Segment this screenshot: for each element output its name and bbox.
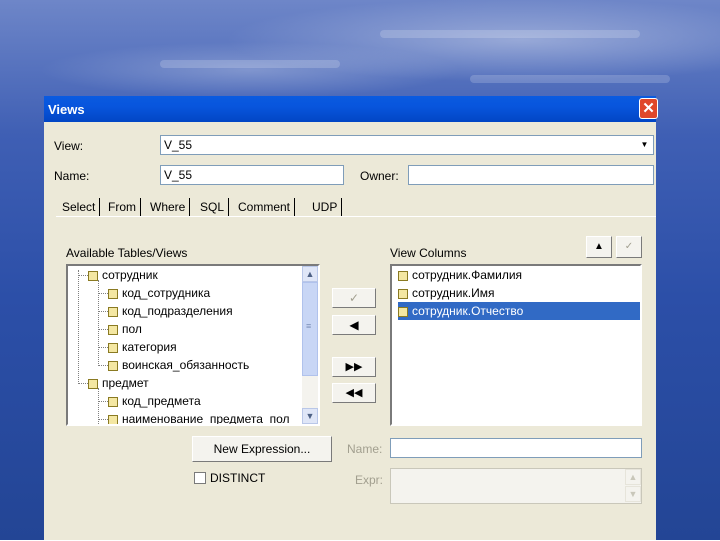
tree-node-label: пол (122, 322, 142, 336)
view-label: View: (54, 139, 84, 153)
view-column-item[interactable]: сотрудник.Имя (398, 284, 494, 302)
view-columns-label: View Columns (390, 246, 467, 260)
window-title: Views (48, 102, 85, 117)
tree-column-node[interactable]: код_подразделения (108, 302, 233, 320)
close-button[interactable]: ✕ (639, 98, 658, 119)
expression-name-input[interactable] (390, 438, 642, 458)
tree-node-label: сотрудник (102, 268, 158, 282)
name-label: Name: (54, 169, 90, 183)
remove-all-columns-button[interactable]: ◀◀ (332, 383, 376, 403)
column-icon (108, 360, 118, 371)
table-icon (88, 378, 98, 389)
scroll-down-icon[interactable]: ▼ (302, 408, 318, 424)
available-tables-tree[interactable]: сотрудник код_сотрудника код_подразделения… (66, 264, 320, 426)
add-all-columns-button[interactable]: ▶▶ (332, 357, 376, 377)
view-column-label: сотрудник.Отчество (412, 304, 524, 318)
tree-column-node[interactable]: пол (108, 320, 142, 338)
column-icon (108, 324, 118, 335)
tree-scrollbar[interactable]: ▲ ≡ ▼ (302, 266, 318, 424)
column-icon (398, 270, 408, 281)
tab-where[interactable]: Where (146, 198, 191, 216)
view-column-label: сотрудник.Фамилия (412, 268, 523, 282)
tree-column-node[interactable]: код_сотрудника (108, 284, 210, 302)
tab-from[interactable]: From (104, 198, 141, 216)
tree-column-node[interactable]: категория (108, 338, 177, 356)
expr-label: Expr: (355, 473, 384, 487)
tab-sql[interactable]: SQL (196, 198, 230, 216)
scroll-thumb[interactable]: ≡ (302, 282, 318, 376)
remove-column-button[interactable]: ◀ (332, 315, 376, 335)
distinct-label: DISTINCT (210, 471, 266, 485)
view-column-label: сотрудник.Имя (412, 286, 495, 300)
new-expression-button[interactable]: New Expression... (192, 436, 332, 462)
available-tables-label: Available Tables/Views (66, 246, 188, 260)
column-icon (398, 306, 408, 317)
expr-textarea[interactable]: ▲ ▼ (390, 468, 642, 504)
tab-comment[interactable]: Comment (234, 198, 296, 216)
expr-scrollbar[interactable]: ▲ ▼ (625, 469, 641, 503)
name-input[interactable]: V_55 (160, 165, 344, 185)
expr-scroll-up-icon[interactable]: ▲ (625, 469, 641, 485)
tree-table-node[interactable]: предмет (88, 374, 149, 392)
tree-node-label: код_предмета (122, 394, 201, 408)
view-column-item[interactable]: сотрудник.Фамилия (398, 266, 522, 284)
tab-select[interactable]: Select (58, 198, 101, 216)
column-icon (108, 342, 118, 353)
chevron-down-icon[interactable]: ▼ (637, 137, 652, 153)
tree-node-label: наименование_предмета_пол (122, 412, 290, 426)
grip-icon: ≡ (306, 321, 312, 331)
column-icon (108, 414, 118, 424)
expr-scroll-down-icon[interactable]: ▼ (625, 486, 641, 502)
view-columns-list[interactable]: сотрудник.Фамилия сотрудник.Имя сотрудник.… (390, 264, 642, 426)
view-column-item[interactable]: сотрудник.Отчество (398, 302, 640, 320)
title-bar: Views ✕ (44, 96, 658, 122)
tree-node-label: код_подразделения (122, 304, 233, 318)
column-icon (108, 288, 118, 299)
view-dropdown[interactable]: V_55 ▼ (160, 135, 654, 155)
table-icon (88, 270, 98, 281)
view-dropdown-value: V_55 (164, 138, 193, 152)
tree-column-node[interactable]: код_предмета (108, 392, 201, 410)
tree-node-label: воинская_обязанность (122, 358, 250, 372)
expression-name-label: Name: (347, 442, 383, 456)
column-icon (108, 306, 118, 317)
views-dialog: Views ✕ View: V_55 ▼ Name: V_55 Owner: S… (44, 96, 658, 540)
tree-column-node[interactable]: наименование_предмета_пол (108, 410, 290, 426)
move-up-button[interactable]: ▲ (586, 236, 612, 258)
tree-node-label: категория (122, 340, 177, 354)
tab-udp[interactable]: UDP (308, 198, 343, 216)
owner-label: Owner: (360, 169, 399, 183)
column-icon (398, 288, 408, 299)
move-down-button[interactable]: ✓ (616, 236, 642, 258)
scroll-up-icon[interactable]: ▲ (302, 266, 318, 282)
tree-node-label: предмет (102, 376, 149, 390)
distinct-checkbox[interactable] (194, 472, 206, 484)
tree-node-label: код_сотрудника (122, 286, 211, 300)
column-icon (108, 396, 118, 407)
tree-table-node[interactable]: сотрудник (88, 266, 158, 284)
name-input-value: V_55 (164, 168, 193, 182)
owner-input[interactable] (408, 165, 654, 185)
add-column-button[interactable]: ✓ (332, 288, 376, 308)
tree-column-node[interactable]: воинская_обязанность (108, 356, 249, 374)
